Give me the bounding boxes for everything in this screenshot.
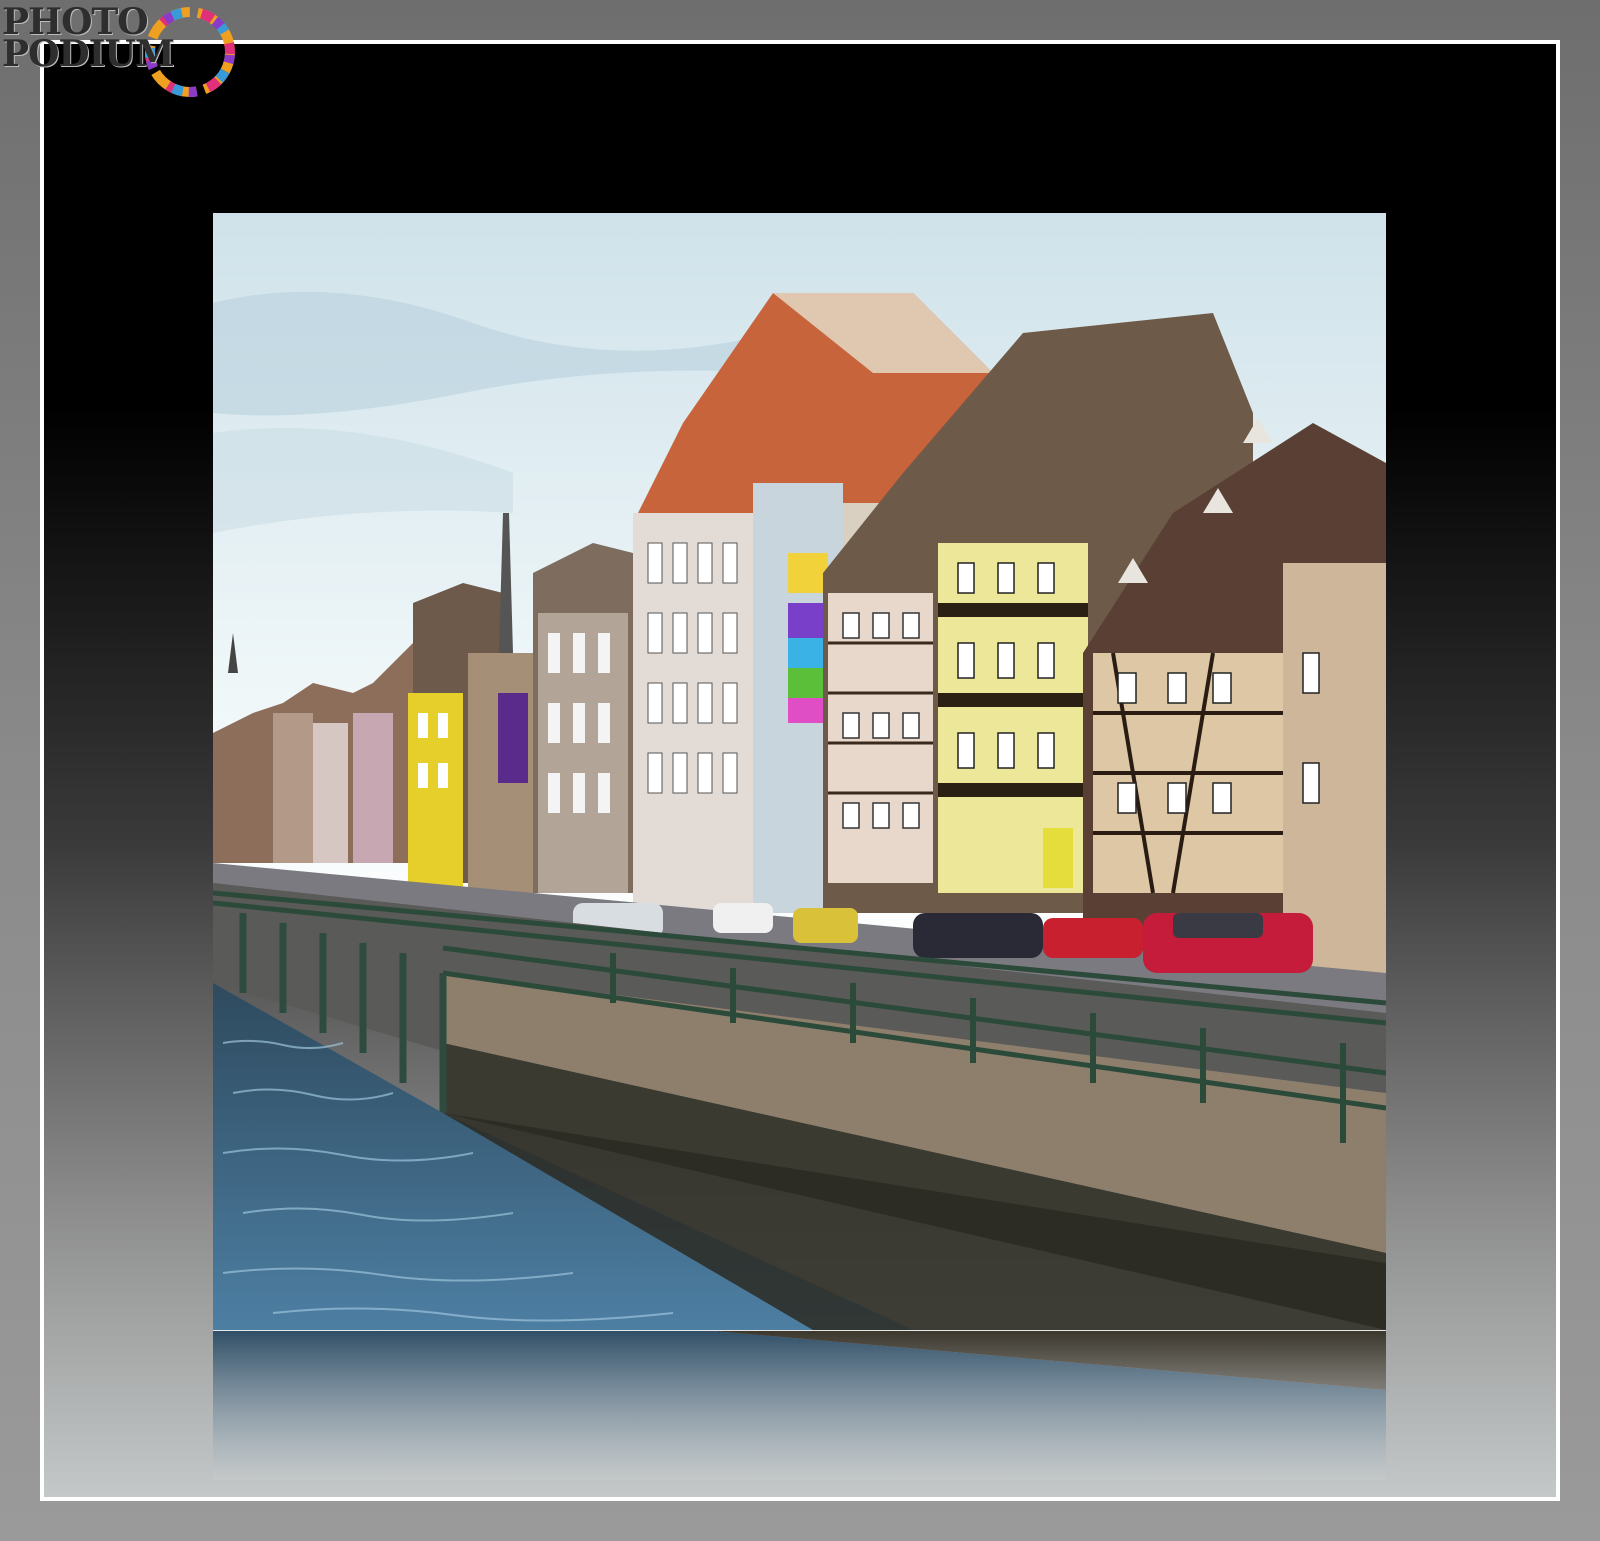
mid-buildings <box>533 543 633 893</box>
logo-text-line2: PODIUM <box>2 33 175 75</box>
photo-reflection <box>213 1330 1386 1480</box>
photopodium-logo: PHOTO PODIUM <box>0 0 240 110</box>
photograph <box>213 213 1386 1330</box>
half-timbered-house-yellow <box>938 543 1088 893</box>
reflection-canvas <box>213 1330 1386 1480</box>
photo-canvas <box>213 213 1386 1330</box>
